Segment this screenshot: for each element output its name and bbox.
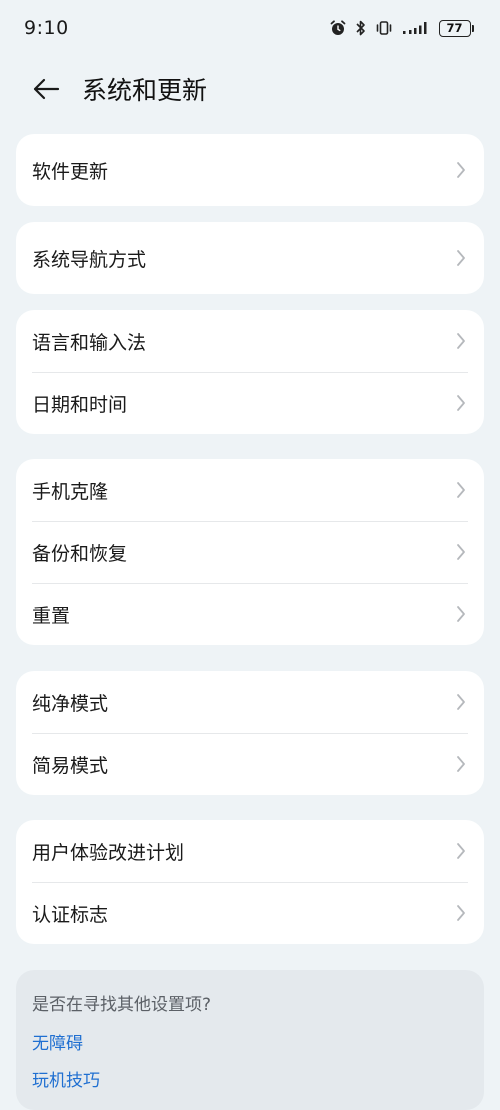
bluetooth-icon bbox=[355, 19, 367, 37]
chevron-right-icon bbox=[454, 393, 468, 413]
settings-item-label: 日期和时间 bbox=[32, 393, 128, 416]
settings-item-navigation[interactable]: 系统导航方式 bbox=[16, 222, 484, 294]
settings-item-label: 软件更新 bbox=[32, 160, 109, 183]
settings-item-label: 纯净模式 bbox=[32, 692, 109, 715]
signal-icon bbox=[401, 20, 431, 36]
settings-item-date-time[interactable]: 日期和时间 bbox=[16, 372, 484, 434]
settings-group-4: 手机克隆 备份和恢复 重置 bbox=[16, 459, 484, 645]
settings-item-label: 语言和输入法 bbox=[32, 331, 147, 354]
settings-item-label: 用户体验改进计划 bbox=[32, 841, 185, 864]
page-title: 系统和更新 bbox=[82, 76, 208, 105]
settings-item-software-update[interactable]: 软件更新 bbox=[16, 134, 484, 206]
chevron-right-icon bbox=[454, 160, 468, 180]
suggestions-card: 是否在寻找其他设置项? 无障碍 玩机技巧 bbox=[16, 970, 484, 1110]
chevron-right-icon bbox=[454, 604, 468, 624]
chevron-right-icon bbox=[454, 542, 468, 562]
settings-item-certification[interactable]: 认证标志 bbox=[16, 882, 484, 944]
settings-item-pure-mode[interactable]: 纯净模式 bbox=[16, 671, 484, 733]
settings-group-6: 用户体验改进计划 认证标志 bbox=[16, 820, 484, 944]
settings-item-reset[interactable]: 重置 bbox=[16, 583, 484, 645]
settings-item-label: 重置 bbox=[32, 604, 71, 627]
chevron-right-icon bbox=[454, 248, 468, 268]
settings-item-backup-restore[interactable]: 备份和恢复 bbox=[16, 521, 484, 583]
settings-group-2: 系统导航方式 bbox=[16, 222, 484, 294]
battery-tip bbox=[471, 24, 474, 32]
status-icons: 77 bbox=[329, 19, 474, 37]
battery-level: 77 bbox=[438, 19, 471, 37]
settings-item-label: 认证标志 bbox=[32, 903, 109, 926]
suggestions-title: 是否在寻找其他设置项? bbox=[32, 995, 212, 1015]
settings-item-phone-clone[interactable]: 手机克隆 bbox=[16, 459, 484, 521]
settings-item-user-experience[interactable]: 用户体验改进计划 bbox=[16, 820, 484, 882]
settings-item-label: 手机克隆 bbox=[32, 480, 109, 503]
battery-icon: 77 bbox=[438, 19, 474, 37]
alarm-icon bbox=[329, 19, 347, 37]
page-header: 系统和更新 bbox=[0, 62, 500, 116]
suggestion-link-accessibility[interactable]: 无障碍 bbox=[32, 1029, 468, 1054]
settings-item-label: 简易模式 bbox=[32, 754, 109, 777]
settings-item-language-input[interactable]: 语言和输入法 bbox=[16, 310, 484, 372]
chevron-right-icon bbox=[454, 754, 468, 774]
chevron-right-icon bbox=[454, 903, 468, 923]
chevron-right-icon bbox=[454, 331, 468, 351]
settings-item-label: 备份和恢复 bbox=[32, 542, 128, 565]
chevron-right-icon bbox=[454, 841, 468, 861]
settings-group-5: 纯净模式 简易模式 bbox=[16, 671, 484, 795]
chevron-right-icon bbox=[454, 692, 468, 712]
settings-item-simple-mode[interactable]: 简易模式 bbox=[16, 733, 484, 795]
status-bar: 9:10 77 bbox=[0, 0, 500, 56]
settings-group-3: 语言和输入法 日期和时间 bbox=[16, 310, 484, 434]
arrow-left-icon bbox=[33, 78, 60, 100]
vibrate-icon bbox=[375, 19, 393, 37]
settings-item-label: 系统导航方式 bbox=[32, 248, 147, 271]
settings-group-1: 软件更新 bbox=[16, 134, 484, 206]
status-time: 9:10 bbox=[24, 17, 69, 39]
chevron-right-icon bbox=[454, 480, 468, 500]
back-button[interactable] bbox=[30, 73, 62, 105]
